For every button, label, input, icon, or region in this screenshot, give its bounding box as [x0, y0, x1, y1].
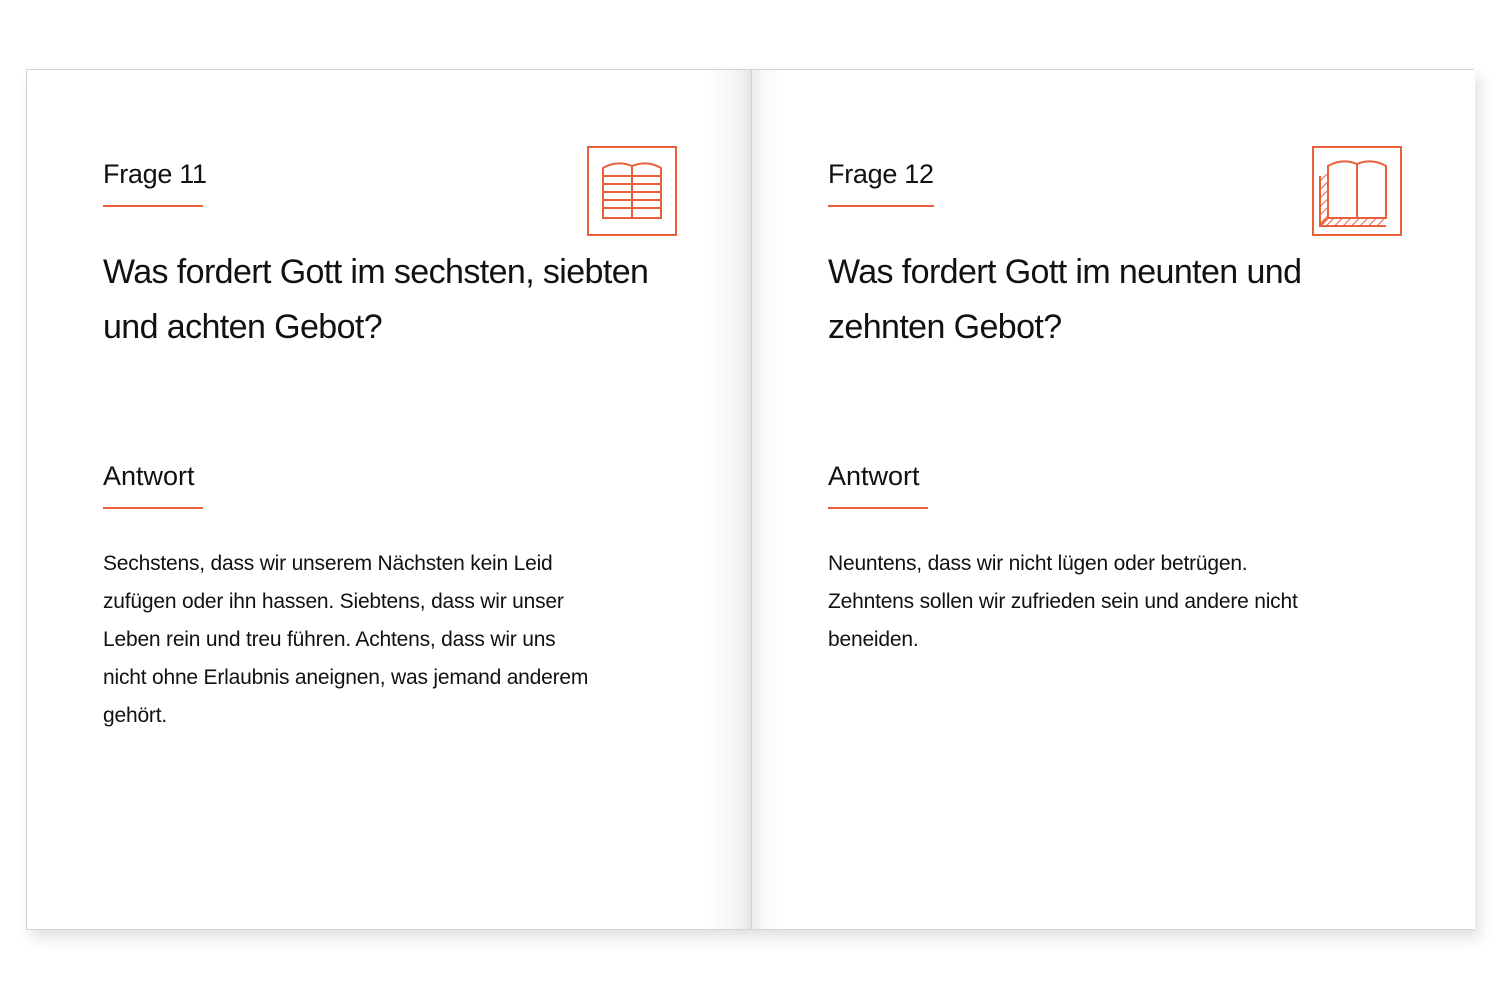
answer-text: Sechstens, dass wir unserem Nächsten kei…	[103, 552, 589, 727]
question-label: Frage 11	[103, 159, 207, 189]
answer-label: Antwort	[103, 461, 195, 491]
question-text: Was fordert Gott im neunten und zehnten …	[828, 253, 1302, 346]
answer-text: Neuntens, dass wir nicht lügen oder betr…	[828, 552, 1298, 651]
answer-label-underline	[828, 507, 928, 509]
open-book-hatched-icon	[1312, 146, 1402, 236]
page-left: Frage 11 Was fordert Gott im sechsten, s…	[27, 70, 751, 929]
answer-label: Antwort	[828, 461, 920, 491]
question-label-underline	[828, 205, 934, 207]
book-spread: Frage 11 Was fordert Gott im sechsten, s…	[26, 69, 1475, 930]
question-label: Frage 12	[828, 159, 934, 189]
question-text: Was fordert Gott im sechsten, siebten un…	[103, 253, 649, 346]
page-right: Frage 12 Was fordert Gott im neunten und…	[751, 70, 1475, 929]
open-book-lined-icon	[587, 146, 677, 236]
answer-label-underline	[103, 507, 203, 509]
question-label-underline	[103, 205, 203, 207]
